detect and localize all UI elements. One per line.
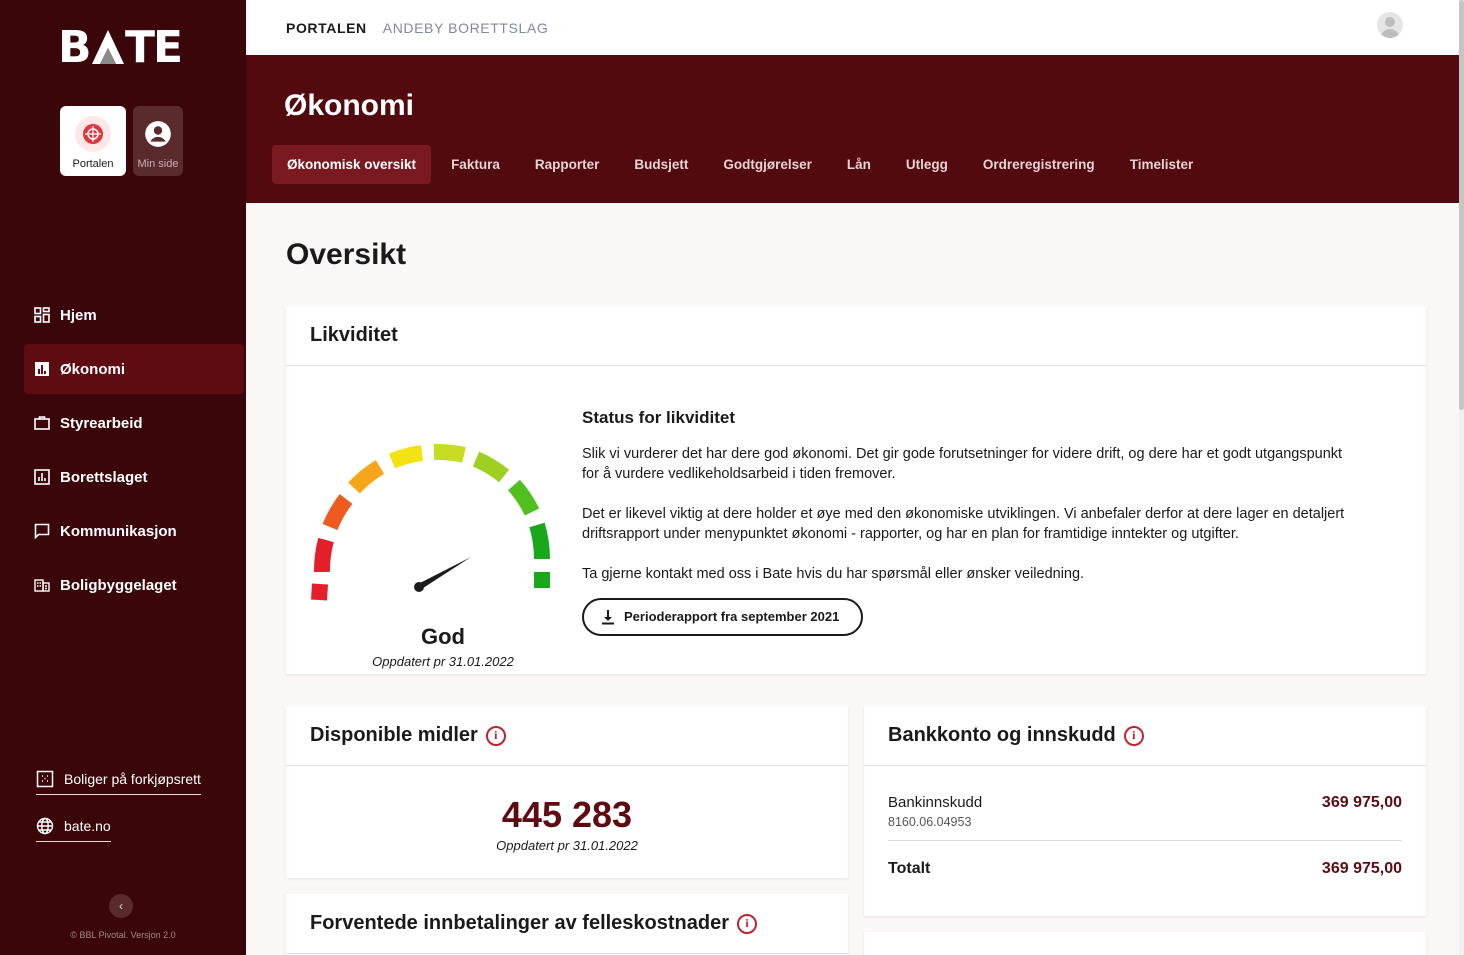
download-report-button[interactable]: Perioderapport fra september 2021: [582, 598, 864, 636]
bank-accounts-card: Bankkonto og innskudd i Bankinnskudd 816…: [864, 706, 1426, 916]
bank-total-amount: 369 975,00: [1321, 860, 1402, 877]
side-link-label: Boliger på forkjøpsrett: [64, 771, 201, 787]
info-icon[interactable]: i: [1123, 725, 1144, 746]
divider: [888, 840, 1402, 841]
portal-icon: [75, 116, 111, 152]
tab-timelister[interactable]: Timelister: [1115, 145, 1209, 184]
section-title: Økonomi: [284, 89, 415, 122]
bank-total-row: Totalt 369 975,00: [888, 860, 1402, 878]
card-header: Bankkonto og innskudd i: [864, 706, 1426, 766]
chevron-left-icon: ‹: [119, 899, 123, 913]
tab-budsjett[interactable]: Budsjett: [619, 145, 703, 184]
grid-icon: [34, 307, 50, 323]
sidebar-nav: Hjem Økonomi Styrearbeid Borettslaget Ko…: [24, 290, 244, 614]
nav-label: Hjem: [60, 306, 97, 324]
svg-text:TE: TE: [125, 24, 181, 66]
bank-total-label: Totalt: [888, 860, 931, 877]
info-icon[interactable]: i: [737, 913, 758, 934]
tab-ordreregistrering[interactable]: Ordreregistrering: [968, 145, 1110, 184]
available-funds-updated: Oppdatert pr 31.01.2022: [496, 838, 638, 853]
tab-godtgjorelser[interactable]: Godtgjørelser: [708, 145, 827, 184]
available-funds-card: Disponible midler i 445 283 Oppdatert pr…: [286, 706, 848, 878]
liquidity-card: Likviditet God Oppdatert pr 31.01.2022 S…: [286, 306, 1426, 674]
download-report-label: Perioderapport fra september 2021: [624, 609, 840, 624]
building-icon: [34, 579, 50, 592]
status-title: Status for likviditet: [582, 408, 736, 427]
side-link-label: bate.no: [64, 818, 111, 834]
expected-payments-card: Forventede innbetalinger av felleskostna…: [286, 894, 848, 955]
chat-icon: [34, 523, 50, 539]
scrollbar-thumb[interactable]: [1459, 0, 1464, 410]
sidebar-item-hjem[interactable]: Hjem: [24, 290, 244, 340]
gauge-svg: [311, 443, 550, 601]
bank-row: Bankinnskudd 8160.06.04953 369 975,00: [888, 794, 1402, 829]
bank-row-label: Bankinnskudd: [888, 794, 983, 811]
card-title: Forventede innbetalinger av felleskostna…: [310, 912, 730, 934]
nav-label: Boligbyggelaget: [60, 576, 177, 594]
app-tile-min-side[interactable]: Min side: [133, 106, 183, 176]
avatar[interactable]: [1377, 12, 1403, 38]
card-title: Likviditet: [286, 306, 1426, 366]
section-tabs: Økonomisk oversikt Faktura Rapporter Bud…: [272, 145, 1213, 184]
available-funds-value: 445 283: [501, 794, 633, 835]
gauge-needle: [418, 557, 471, 590]
sidebar-item-borettslaget[interactable]: Borettslaget: [24, 452, 244, 502]
sidebar-item-styrearbeid[interactable]: Styrearbeid: [24, 398, 244, 448]
chart-box-icon: [34, 469, 50, 485]
card-header: Forventede innbetalinger av felleskostna…: [286, 894, 848, 954]
app-tile-portalen[interactable]: Portalen: [60, 106, 126, 176]
info-icon[interactable]: i: [485, 725, 506, 746]
tile-label: Min side: [137, 158, 179, 170]
bank-row-amount: 369 975,00: [1321, 794, 1402, 811]
sidebar-item-boligbyggelaget[interactable]: Boligbyggelaget: [24, 560, 244, 610]
sidebar-item-kommunikasjon[interactable]: Kommunikasjon: [24, 506, 244, 556]
topbar: PORTALEN ANDEBY BORETTSLAG: [246, 0, 1459, 55]
liquidity-gauge: God Oppdatert pr 31.01.2022: [308, 414, 578, 674]
user-circle-icon: [140, 116, 176, 152]
next-card: [864, 932, 1426, 955]
breadcrumb-portalen[interactable]: PORTALEN: [286, 20, 367, 36]
tab-utlegg[interactable]: Utlegg: [891, 145, 963, 184]
card-title: Disponible midler: [310, 724, 478, 746]
status-paragraph-2: Det er likevel viktig at dere holder et …: [582, 506, 1345, 542]
tab-faktura[interactable]: Faktura: [436, 145, 515, 184]
tab-lan[interactable]: Lån: [832, 145, 886, 184]
card-header: Disponible midler i: [286, 706, 848, 766]
section-header: Økonomi Økonomisk oversikt Faktura Rappo…: [246, 55, 1459, 203]
briefcase-icon: [34, 416, 50, 430]
nav-label: Borettslaget: [60, 468, 148, 486]
page-scrollbar[interactable]: [1459, 0, 1464, 955]
bank-account-number: 8160.06.04953: [888, 815, 972, 829]
page-title: Oversikt: [286, 238, 407, 271]
card-title: Bankkonto og innskudd: [888, 724, 1116, 746]
liquidity-status: Status for likviditet Slik vi vurderer d…: [582, 408, 1362, 636]
sidebar-item-okonomi[interactable]: Økonomi: [24, 344, 244, 394]
breadcrumb-andeby-borettslag[interactable]: ANDEBY BORETTSLAG: [383, 20, 549, 36]
gauge-updated: Oppdatert pr 31.01.2022: [372, 654, 514, 669]
globe-icon: [36, 817, 54, 835]
tile-label: Portalen: [72, 158, 114, 170]
status-paragraph-1: Slik vi vurderer det har dere god økonom…: [582, 446, 1343, 482]
collapse-sidebar-button[interactable]: ‹: [109, 894, 133, 918]
link-boliger-forkjopsrett[interactable]: Boliger på forkjøpsrett: [36, 770, 201, 795]
dotted-square-icon: [36, 770, 54, 788]
tab-rapporter[interactable]: Rapporter: [520, 145, 615, 184]
status-paragraph-3: Ta gjerne kontakt med oss i Bate hvis du…: [582, 566, 1085, 582]
sidebar: B TE Portalen Min side Hjem Økonomi Styr…: [0, 0, 246, 955]
gauge-label: God: [421, 624, 465, 649]
bar-chart-icon: [35, 362, 49, 376]
nav-label: Styrearbeid: [60, 414, 143, 432]
svg-text:B: B: [58, 24, 90, 66]
link-bate-no[interactable]: bate.no: [36, 817, 111, 842]
copyright: © BBL Pivotal. Versjon 2.0: [70, 930, 176, 940]
nav-label: Økonomi: [60, 360, 126, 378]
download-icon: [602, 610, 614, 625]
tab-okonomisk-oversikt[interactable]: Økonomisk oversikt: [272, 145, 432, 184]
nav-label: Kommunikasjon: [60, 522, 177, 540]
bate-logo[interactable]: B TE: [58, 22, 184, 73]
